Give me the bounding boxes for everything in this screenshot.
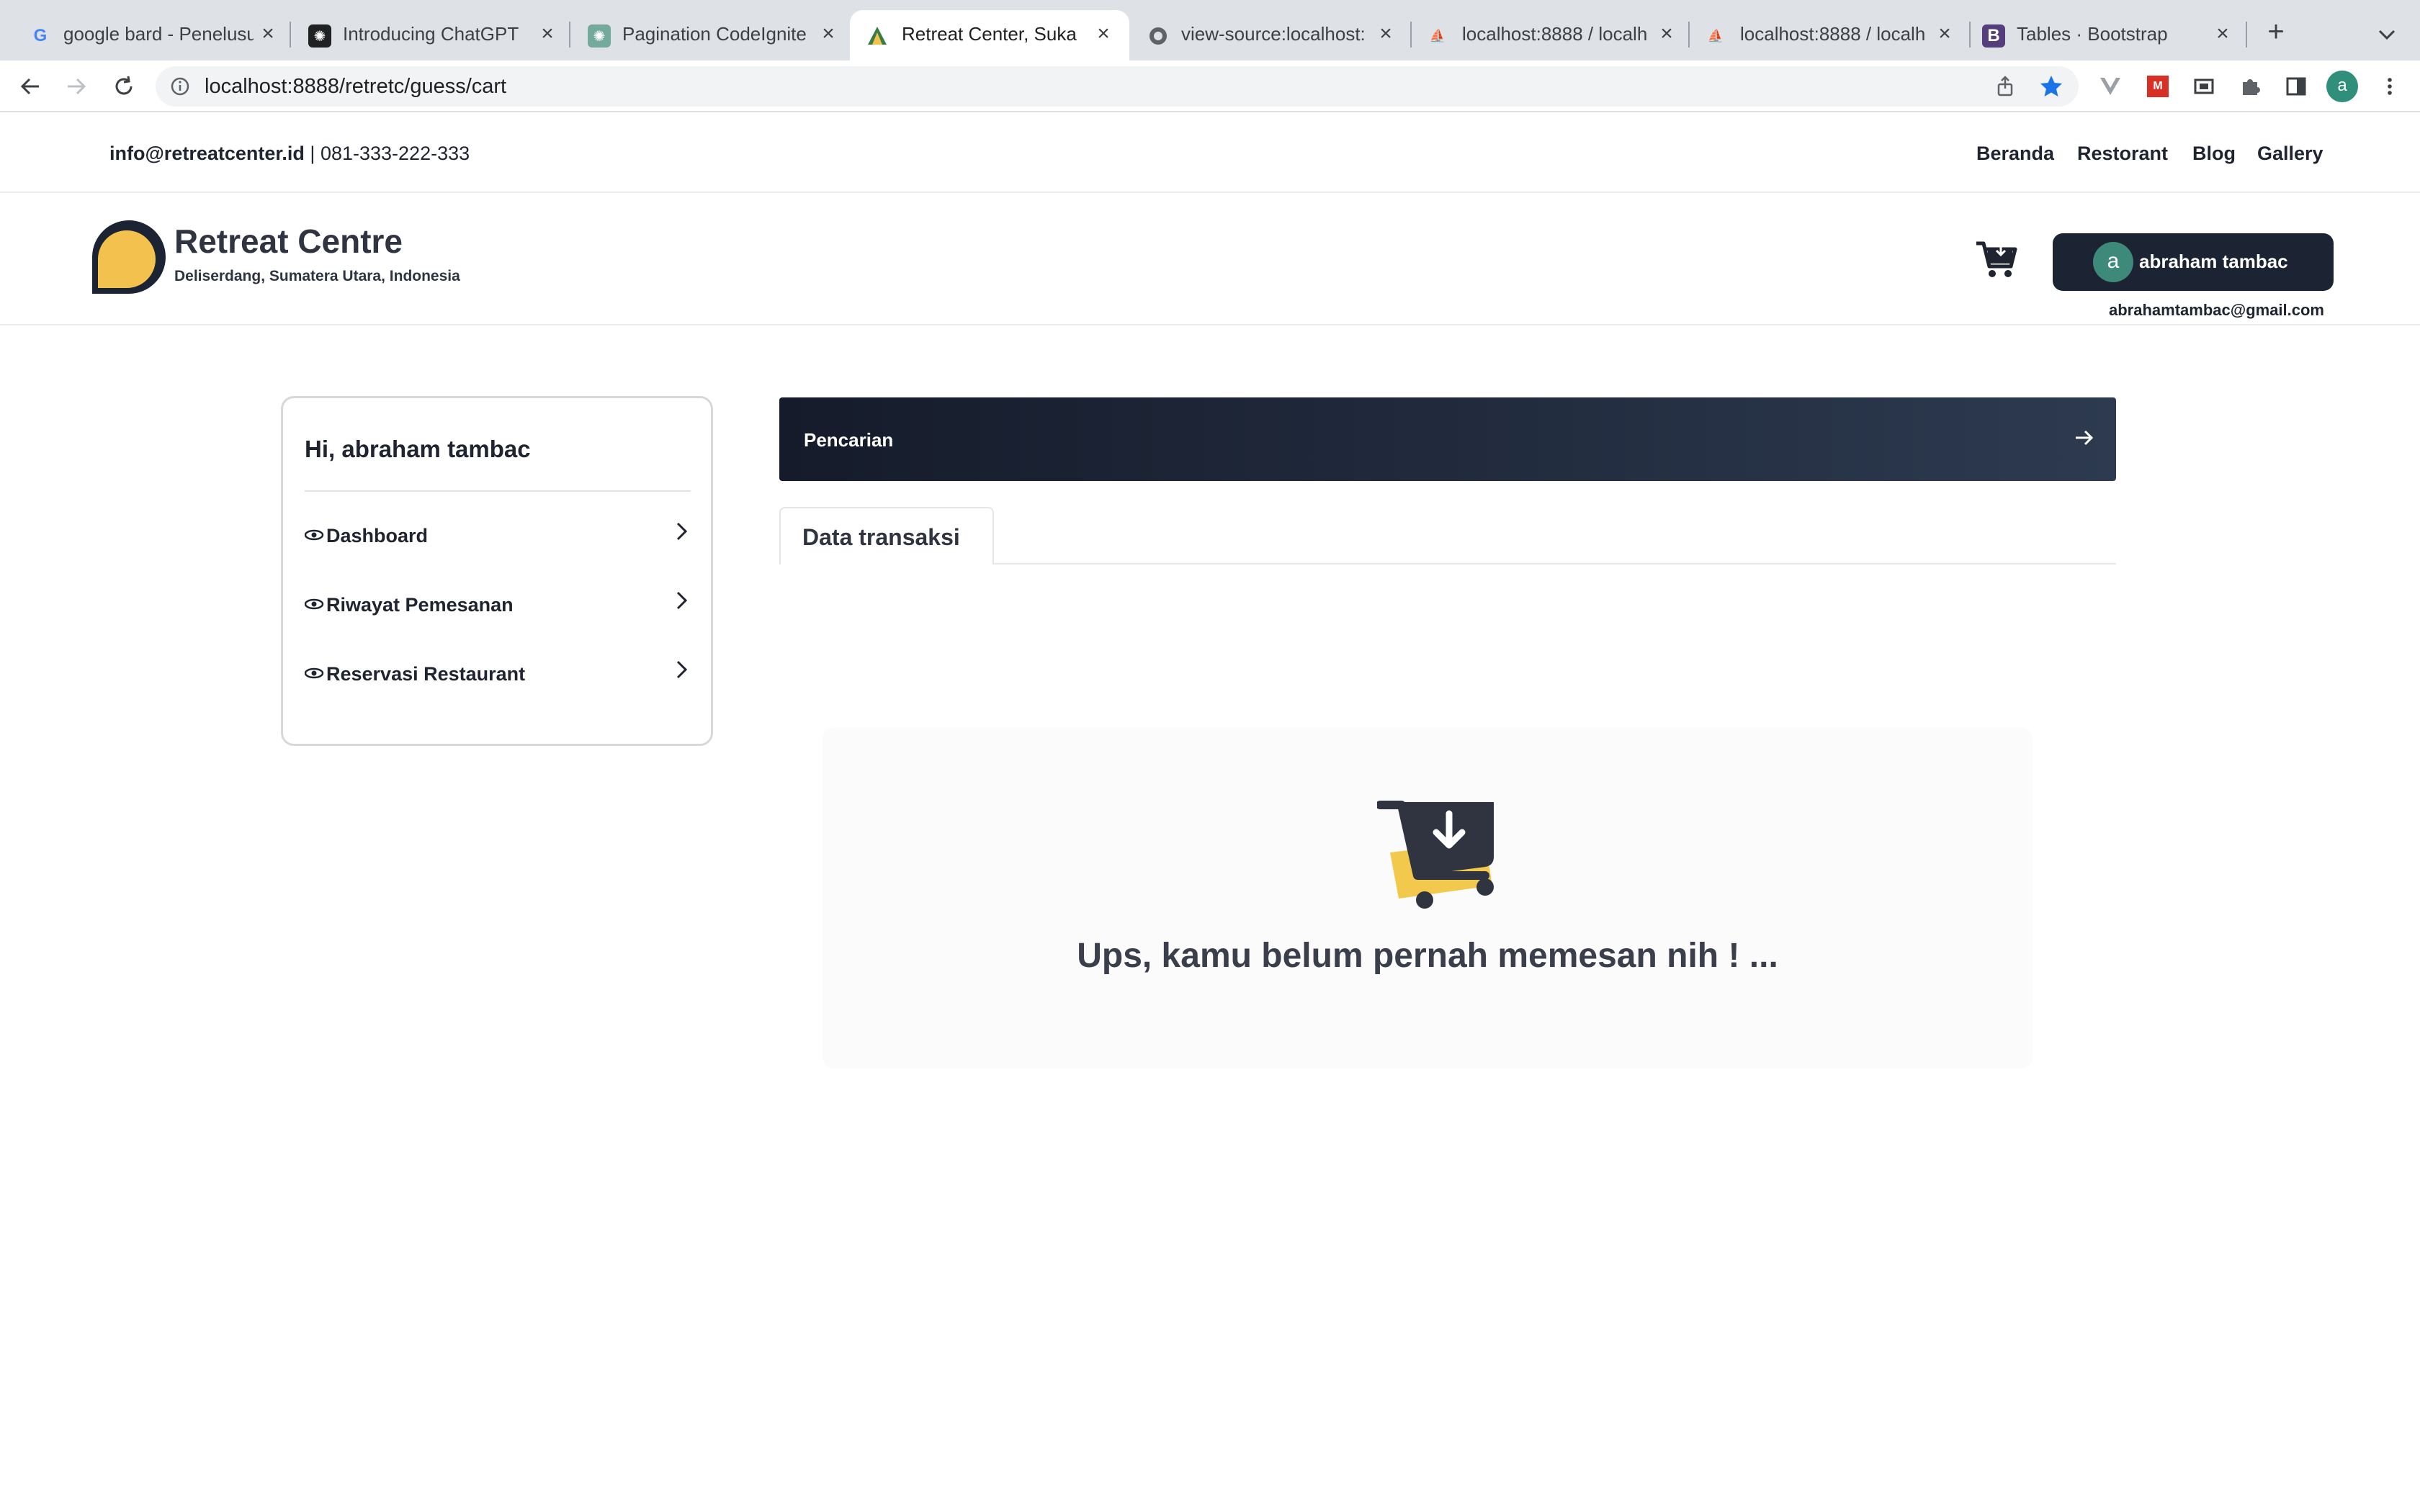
profile-initial: a (2326, 71, 2358, 102)
retreat-icon (866, 24, 889, 48)
url-text: localhost:8888/retretc/guess/cart (205, 75, 507, 98)
browser-tab-7[interactable]: ⛵ localhost:8888 / localh × (1691, 10, 1968, 60)
sidebar-divider (305, 490, 691, 492)
chevron-right-icon (676, 660, 688, 679)
user-email: abrahamtambac@gmail.com (2109, 301, 2324, 319)
bookmark-star-icon[interactable] (2038, 73, 2064, 99)
browser-tab-5[interactable]: view-source:localhost: × (1131, 10, 1409, 60)
empty-state-message: Ups, kamu belum pernah memesan nih ! ... (1077, 937, 1778, 975)
brand-name[interactable]: Retreat Centre (174, 222, 403, 261)
tab-close-icon[interactable]: × (1655, 22, 1678, 46)
sidebar-item-reservasi-restaurant[interactable]: Reservasi Restaurant (305, 652, 691, 695)
side-panel-icon[interactable] (2283, 73, 2309, 99)
tab-close-icon[interactable]: × (2211, 22, 2234, 46)
sidebar-item-label: Reservasi Restaurant (326, 663, 526, 685)
openai-icon: ✺ (588, 24, 611, 48)
globe-icon (1147, 24, 1170, 48)
cart-icon[interactable] (1975, 238, 2018, 281)
sidebar-greeting: Hi, abraham tambac (305, 436, 531, 462)
tab-close-icon[interactable]: × (256, 22, 279, 46)
user-name: abraham tambac (2139, 251, 2288, 272)
forward-icon[interactable] (60, 71, 92, 102)
tab-title: Introducing ChatGPT (343, 23, 519, 45)
tab-title: Tables · Bootstrap (2017, 23, 2168, 45)
extension-red-icon[interactable]: M (2145, 73, 2171, 99)
phpmyadmin-icon: ⛵ (1429, 28, 1446, 43)
nav-link-gallery[interactable]: Gallery (2257, 143, 2323, 165)
tab-separator (1969, 22, 1971, 48)
tab-title: google bard - Penelusu (63, 23, 254, 45)
vuejs-extension-icon[interactable] (2097, 73, 2123, 99)
reload-icon[interactable] (108, 71, 140, 102)
screenshot-icon[interactable] (2191, 73, 2217, 99)
browser-tab-1[interactable]: G google bard - Penelusu × (0, 10, 285, 60)
extensions-puzzle-icon[interactable] (2237, 73, 2263, 99)
browser-tab-2[interactable]: ✺ Introducing ChatGPT × (294, 10, 568, 60)
profile-avatar-icon[interactable]: a (2326, 71, 2358, 102)
browser-toolbar: localhost:8888/retretc/guess/cart M a (0, 60, 2420, 112)
tab-data-transaksi[interactable]: Data transaksi (779, 507, 994, 564)
google-icon: G (33, 26, 48, 45)
sidebar-item-label: Dashboard (326, 525, 429, 546)
browser-tab-6[interactable]: ⛵ localhost:8888 / localh × (1413, 10, 1687, 60)
tab-separator (569, 22, 570, 48)
contact-email[interactable]: info@retreatcenter.id (109, 143, 305, 164)
eye-icon (305, 529, 324, 541)
tab-separator (2246, 22, 2247, 48)
tab-separator (1410, 22, 1412, 48)
chevron-right-icon (676, 591, 688, 610)
site-header: Retreat Centre Deliserdang, Sumatera Uta… (0, 193, 2420, 325)
kebab-menu-icon[interactable] (2377, 73, 2403, 99)
empty-cart-icon (1377, 801, 1494, 909)
arrow-right-icon (2076, 430, 2094, 446)
browser-tab-strip: G google bard - Penelusu × ✺ Introducing… (0, 0, 2420, 60)
contact-phone[interactable]: 081-333-222-333 (321, 143, 470, 164)
address-bar[interactable]: localhost:8888/retretc/guess/cart (156, 66, 2079, 107)
sidebar-item-label: Riwayat Pemesanan (326, 594, 514, 616)
user-avatar: a (2093, 242, 2133, 282)
search-label: Pencarian (804, 429, 894, 451)
tab-close-icon[interactable]: × (1092, 22, 1115, 46)
tab-title: Retreat Center, Suka M (902, 23, 1082, 45)
user-account-button[interactable]: a abraham tambac (2053, 233, 2334, 291)
browser-tab-4-active[interactable]: Retreat Center, Suka M × (850, 10, 1129, 60)
browser-tab-8[interactable]: B Tables · Bootstrap × (1972, 10, 2247, 60)
tab-title: view-source:localhost: (1181, 23, 1366, 45)
tab-search-chevron-icon[interactable] (2374, 22, 2400, 48)
phpmyadmin-icon: ⛵ (1707, 28, 1724, 43)
browser-tab-3[interactable]: ✺ Pagination CodeIgniter × (573, 10, 848, 60)
search-bar-button[interactable]: Pencarian (779, 397, 2116, 481)
sidebar-item-dashboard[interactable]: Dashboard (305, 513, 691, 557)
tab-close-icon[interactable]: × (817, 22, 840, 46)
contact-separator: | (310, 143, 315, 164)
new-tab-icon[interactable]: + (2262, 17, 2290, 49)
tab-separator (290, 22, 291, 48)
nav-link-beranda[interactable]: Beranda (1976, 143, 2054, 165)
share-icon[interactable] (1994, 75, 2017, 98)
brand-logo[interactable] (91, 219, 167, 295)
eye-icon (305, 598, 324, 610)
chevron-right-icon (676, 522, 688, 541)
tab-title: localhost:8888 / localh (1740, 23, 1924, 45)
site-info-icon[interactable] (170, 76, 190, 96)
brand-subtitle: Deliserdang, Sumatera Utara, Indonesia (174, 268, 460, 284)
nav-link-blog[interactable]: Blog (2192, 143, 2236, 165)
empty-state-panel: Ups, kamu belum pernah memesan nih ! ... (823, 727, 2033, 1068)
tab-title: localhost:8888 / localh (1462, 23, 1646, 45)
back-icon[interactable] (14, 71, 46, 102)
tab-separator (1688, 22, 1690, 48)
nav-link-restorant[interactable]: Restorant (2077, 143, 2168, 165)
eye-icon (305, 667, 324, 679)
contact-info: info@retreatcenter.id | 081-333-222-333 (109, 143, 470, 165)
bootstrap-icon: B (1982, 24, 2005, 48)
account-sidebar: Hi, abraham tambac Dashboard Riwayat Pem… (281, 396, 713, 746)
tab-close-icon[interactable]: × (536, 22, 559, 46)
sidebar-item-riwayat-pemesanan[interactable]: Riwayat Pemesanan (305, 582, 691, 626)
openai-icon: ✺ (308, 24, 331, 48)
tab-close-icon[interactable]: × (1933, 22, 1956, 46)
tab-label: Data transaksi (802, 524, 960, 550)
contact-topbar: info@retreatcenter.id | 081-333-222-333 … (0, 112, 2420, 193)
tab-title: Pagination CodeIgniter (622, 23, 807, 45)
tab-close-icon[interactable]: × (1374, 22, 1397, 46)
